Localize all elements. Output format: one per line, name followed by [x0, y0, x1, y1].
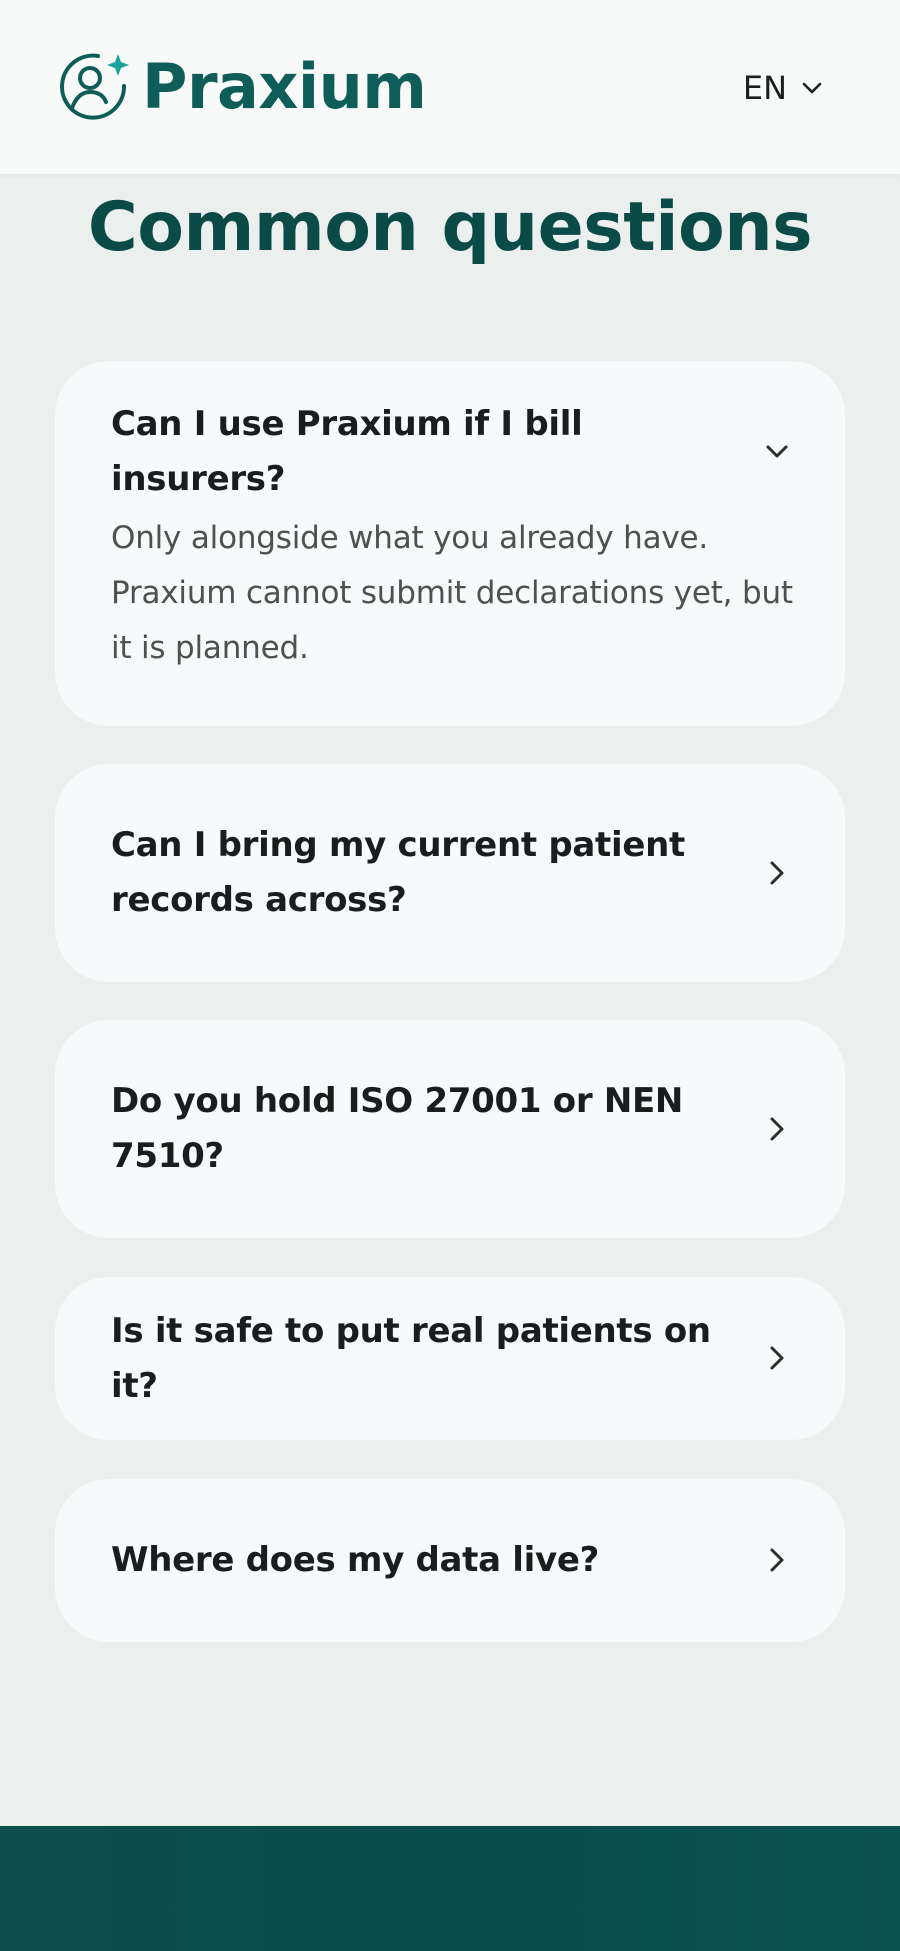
language-selector[interactable]: EN — [743, 64, 823, 112]
faq-item[interactable]: Can I use Praxium if I bill insurers? On… — [55, 361, 845, 726]
chevron-right-icon — [770, 1548, 784, 1572]
faq-question: Can I bring my current patient records a… — [111, 764, 701, 982]
chevron-right-icon — [770, 1117, 784, 1141]
chevron-right-icon — [770, 1346, 784, 1370]
faq-question: Do you hold ISO 27001 or NEN 7510? — [111, 1020, 701, 1238]
faq-item[interactable]: Do you hold ISO 27001 or NEN 7510? — [55, 1020, 845, 1238]
brand-name: Praxium — [142, 50, 427, 123]
faq-answer: Only alongside what you already have. Pr… — [111, 520, 793, 666]
faq-question: Can I use Praxium if I bill insurers? — [111, 391, 701, 513]
site-footer — [0, 1826, 900, 1951]
faq-question-text: Can I bring my current patient records a… — [111, 825, 685, 920]
faq-title: Common questions — [87, 188, 813, 267]
chevron-right-icon — [770, 861, 784, 885]
faq-question-text: Can I use Praxium if I bill insurers? — [111, 404, 583, 499]
faq-item[interactable]: Where does my data live? — [55, 1479, 845, 1642]
faq-question: Where does my data live? — [111, 1479, 701, 1642]
chevron-down-icon — [766, 445, 788, 458]
brand-logo[interactable]: Praxium — [54, 50, 427, 124]
site-header: Praxium EN — [0, 0, 900, 174]
user-sparkle-icon — [60, 53, 129, 120]
faq-question-text: Do you hold ISO 27001 or NEN 7510? — [111, 1081, 684, 1176]
faq-question-text: Where does my data live? — [111, 1540, 600, 1580]
faq-question-text: Is it safe to put real patients on it? — [111, 1310, 711, 1406]
faq-item[interactable]: Can I bring my current patient records a… — [55, 764, 845, 982]
faq-question: Is it safe to put real patients on it? — [111, 1277, 731, 1440]
faq-item[interactable]: Is it safe to put real patients on it? — [55, 1277, 845, 1440]
chevron-down-icon — [802, 82, 822, 94]
language-label: EN — [742, 69, 787, 107]
